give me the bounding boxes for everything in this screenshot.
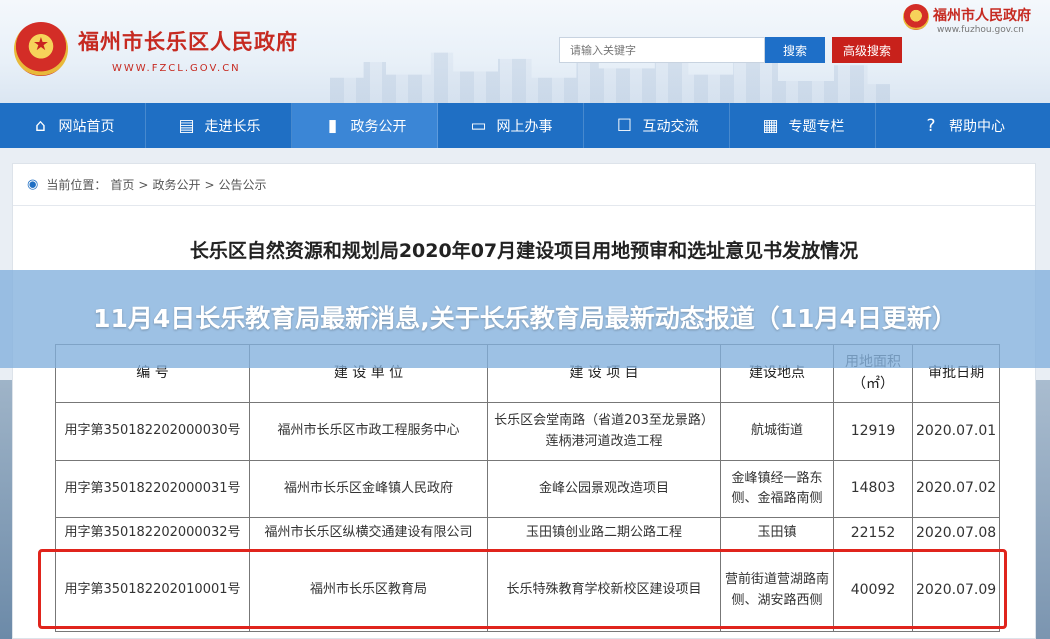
- column-header-area-unit: （㎡）: [852, 375, 894, 392]
- nav-item-label: 政务公开: [350, 118, 407, 135]
- backdrop-right: [1036, 380, 1050, 639]
- table-row: 用字第350182202000032号 福州市长乐区纵横交通建设有限公司 玉田镇…: [55, 517, 1001, 550]
- nav-item-label: 互动交流: [642, 118, 699, 135]
- site-name[interactable]: 福州市长乐区人民政府: [78, 26, 298, 56]
- nav-item-online-services[interactable]: ▭ 网上办事: [438, 103, 584, 148]
- cell-location: 玉田镇: [720, 517, 834, 550]
- home-icon: ⌂: [35, 115, 46, 136]
- nav-item-label: 帮助中心: [949, 118, 1005, 135]
- nav-item-about[interactable]: ▤ 走进长乐: [146, 103, 292, 148]
- nav-item-label: 网上办事: [496, 118, 553, 135]
- highlight-box: [38, 549, 1007, 629]
- help-icon: ?: [926, 115, 936, 136]
- nav-item-gov-affairs[interactable]: ▮ 政务公开: [292, 103, 438, 148]
- cell-unit: 福州市长乐区金峰镇人民政府: [249, 460, 488, 518]
- fuzhou-gov-link[interactable]: 福州市人民政府: [933, 5, 1031, 25]
- cell-number: 用字第350182202000030号: [55, 402, 250, 461]
- backdrop-left: [0, 380, 12, 639]
- search-input[interactable]: [559, 37, 765, 63]
- cell-area: 12919: [833, 402, 913, 461]
- cell-area: 14803: [833, 460, 913, 518]
- breadcrumb-notices[interactable]: 公告公示: [219, 176, 267, 193]
- nav-item-home[interactable]: ⌂ 网站首页: [0, 103, 146, 148]
- cell-date: 2020.07.02: [911, 460, 1001, 518]
- title-banner: 11月4日长乐教育局最新消息,关于长乐教育局最新动态报道（11月4日更新）: [0, 270, 1050, 368]
- cell-project: 金峰公园景观改造项目: [487, 460, 721, 518]
- breadcrumb: ◉ 当前位置： 首页 > 政务公开 > 公告公示: [13, 164, 1035, 206]
- cell-area: 22152: [833, 517, 913, 550]
- nav-item-interaction[interactable]: ☐ 互动交流: [584, 103, 730, 148]
- national-emblem-icon: [14, 22, 68, 76]
- banner-title: 11月4日长乐教育局最新消息,关于长乐教育局最新动态报道（11月4日更新）: [93, 304, 957, 333]
- fuzhou-emblem-icon[interactable]: [903, 4, 929, 30]
- cell-unit: 福州市长乐区市政工程服务中心: [249, 402, 488, 461]
- location-pin-icon: ◉: [27, 177, 39, 192]
- grid-icon: ▦: [762, 115, 779, 136]
- breadcrumb-gov-affairs[interactable]: 政务公开: [152, 176, 200, 193]
- nav-item-help[interactable]: ? 帮助中心: [876, 103, 1050, 148]
- cell-unit: 福州市长乐区纵横交通建设有限公司: [249, 517, 488, 550]
- table-row: 用字第350182202000030号 福州市长乐区市政工程服务中心 长乐区会堂…: [55, 402, 1001, 461]
- cell-location: 航城街道: [720, 402, 834, 461]
- nav-item-topics[interactable]: ▦ 专题专栏: [730, 103, 876, 148]
- breadcrumb-home[interactable]: 首页: [110, 176, 134, 193]
- search-button[interactable]: 搜索: [765, 37, 825, 63]
- breadcrumb-separator: >: [204, 177, 215, 192]
- advanced-search-button[interactable]: 高级搜索: [832, 37, 902, 63]
- cell-number: 用字第350182202000032号: [55, 517, 250, 550]
- main-nav: ⌂ 网站首页 ▤ 走进长乐 ▮ 政务公开 ▭ 网上办事 ☐ 互动交流 ▦ 专题专…: [0, 103, 1050, 148]
- breadcrumb-prefix: 当前位置：: [46, 178, 107, 192]
- fuzhou-gov-url: www.fuzhou.gov.cn: [937, 25, 1024, 35]
- table-row: 用字第350182202000031号 福州市长乐区金峰镇人民政府 金峰公园景观…: [55, 460, 1001, 518]
- site-header: 福州市长乐区人民政府 WWW.FZCL.GOV.CN 搜索 高级搜索 福州市人民…: [0, 0, 1050, 103]
- chat-icon: ☐: [616, 115, 633, 136]
- nav-item-label: 专题专栏: [788, 118, 845, 135]
- cell-date: 2020.07.01: [911, 402, 1001, 461]
- site-url: WWW.FZCL.GOV.CN: [112, 63, 241, 74]
- cell-location: 金峰镇经一路东侧、金福路南侧: [720, 460, 834, 518]
- article-title: 长乐区自然资源和规划局2020年07月建设项目用地预审和选址意见书发放情况: [189, 240, 859, 262]
- document-icon: ▤: [178, 115, 195, 136]
- cell-project: 长乐区会堂南路（省道203至龙景路）莲柄港河道改造工程: [487, 402, 721, 461]
- bookmark-icon: ▮: [327, 115, 338, 136]
- cell-number: 用字第350182202000031号: [55, 460, 250, 518]
- cell-date: 2020.07.08: [911, 517, 1001, 550]
- breadcrumb-separator: >: [138, 177, 149, 192]
- nav-item-label: 走进长乐: [204, 118, 261, 135]
- monitor-icon: ▭: [470, 115, 487, 136]
- cell-project: 玉田镇创业路二期公路工程: [487, 517, 721, 550]
- nav-item-label: 网站首页: [58, 118, 115, 135]
